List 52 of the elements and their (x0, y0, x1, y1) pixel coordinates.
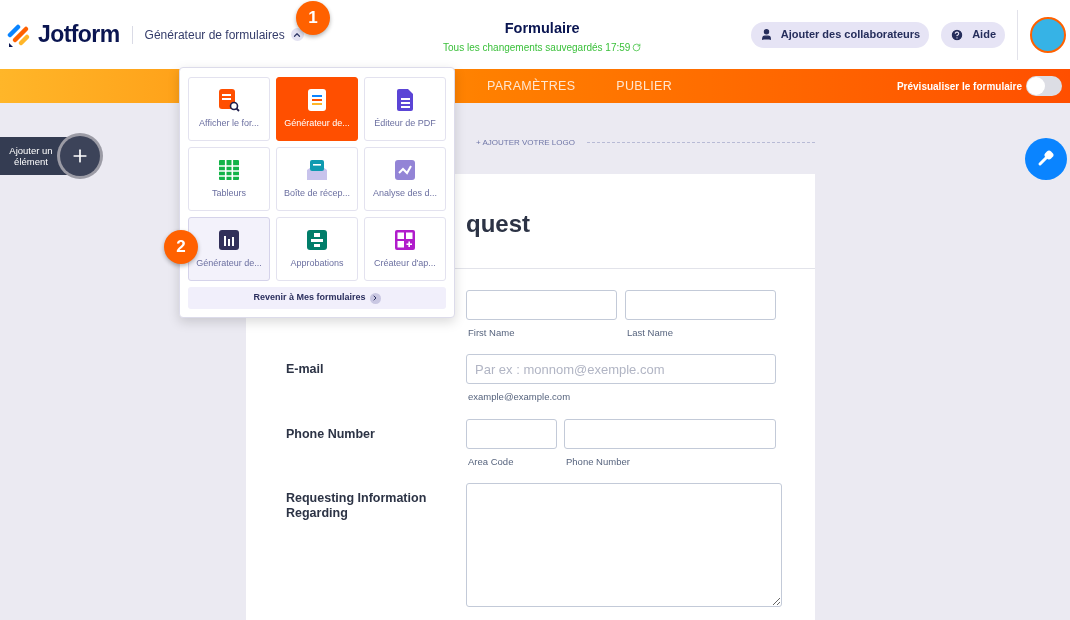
product-tile[interactable]: Approbations (276, 217, 358, 281)
add-element-button[interactable]: Ajouter un élément (0, 137, 100, 175)
save-status: Tous les changements sauvegardés 17:59 (443, 39, 642, 55)
input-field[interactable]: Par ex : monnom@exemple.com (466, 354, 776, 385)
logo-icon (7, 22, 31, 47)
product-tile[interactable]: Afficher le for... (188, 77, 270, 141)
bar-chart-icon (218, 227, 240, 252)
field-sublabel: Phone Number (565, 454, 631, 469)
product-tile[interactable]: Éditeur de PDF (364, 77, 446, 141)
product-tile[interactable]: Créateur d'ap... (364, 217, 446, 281)
field-label: Requesting Information Regarding (286, 490, 428, 521)
add-logo-link[interactable]: + AJOUTER VOTRE LOGO (476, 137, 575, 149)
callout-badge: 2 (164, 230, 198, 264)
form-search-icon (218, 87, 240, 112)
preview-label: Prévisualiser le formulaire (896, 79, 1022, 94)
flowchart-icon (306, 227, 328, 252)
analytics-icon (394, 157, 416, 182)
paint-roller-button[interactable] (1025, 138, 1067, 180)
back-to-forms-button[interactable]: Revenir à Mes formulaires (188, 287, 446, 309)
input-field[interactable] (625, 290, 776, 320)
chevron-icon (369, 292, 381, 304)
caret-icon (290, 28, 304, 41)
help-icon (950, 27, 965, 42)
input-field[interactable] (564, 418, 776, 449)
person-icon (759, 28, 773, 41)
brand-name: Jotform (38, 20, 120, 50)
text-area[interactable] (466, 482, 782, 607)
field-label: Phone Number (286, 426, 376, 442)
document-icon (394, 87, 416, 112)
add-collaborators-button[interactable]: Ajouter des collaborateurs (750, 21, 930, 48)
product-tile[interactable]: Analyse des d... (364, 147, 446, 211)
refresh-icon (632, 42, 642, 52)
inbox-icon (306, 157, 328, 182)
field-sublabel: First Name (467, 326, 516, 340)
form-title: Formulaire (504, 19, 580, 39)
field-sublabel: example@example.com (467, 390, 572, 405)
field-sublabel: Last Name (626, 326, 674, 340)
form-icon (306, 87, 328, 112)
input-field[interactable] (466, 290, 617, 320)
avatar[interactable] (1030, 16, 1066, 53)
form-heading: quest (466, 210, 530, 237)
preview-toggle[interactable] (1026, 76, 1062, 96)
field-label: E-mail (286, 362, 325, 378)
app-grid-icon (394, 227, 416, 252)
table-icon (218, 157, 240, 182)
product-tile[interactable]: Générateur de... (188, 217, 270, 281)
product-tile[interactable]: Générateur de... (276, 77, 358, 141)
input-field[interactable] (466, 418, 557, 449)
product-tile[interactable]: Boîte de récep... (276, 147, 358, 211)
product-tile[interactable]: Tableurs (188, 147, 270, 211)
help-button[interactable]: Aide (941, 21, 1005, 48)
field-sublabel: Area Code (467, 454, 515, 469)
